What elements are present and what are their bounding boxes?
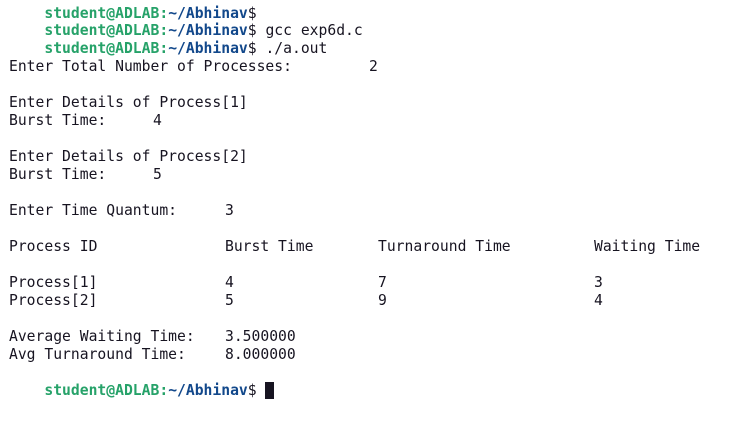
avg-turnaround-label: Avg Turnaround Time:: [9, 346, 186, 363]
table-row-2-turnaround-time: 9: [378, 292, 387, 309]
avg-waiting-value: 3.500000: [225, 328, 296, 345]
current-prompt-line[interactable]: student@ADLAB:~/Abhinav$: [9, 364, 275, 399]
process1-burst-value: 4: [153, 112, 162, 129]
time-quantum-value: 3: [225, 202, 234, 219]
process2-burst-value: 5: [153, 166, 162, 183]
command-line-run: student@ADLAB:~/Abhinav$ ./a.out: [44, 40, 328, 57]
process1-header: Enter Details of Process[1]: [9, 94, 248, 111]
table-row-2-burst-time: 5: [225, 292, 234, 309]
avg-waiting-label: Average Waiting Time:: [9, 328, 195, 345]
total-processes-label: Enter Total Number of Processes:: [9, 58, 292, 75]
prompt-path: ~/Abhinav: [168, 382, 248, 399]
prompt-user-host: student@ADLAB: [44, 40, 160, 57]
text-cursor: [265, 382, 275, 399]
avg-turnaround-value: 8.000000: [225, 346, 296, 363]
time-quantum-label: Enter Time Quantum:: [9, 202, 178, 219]
process1-burst-label: Burst Time:: [9, 112, 107, 129]
process2-header: Enter Details of Process[2]: [9, 148, 248, 165]
total-processes-value: 2: [369, 58, 378, 75]
table-row-1-turnaround-time: 7: [378, 274, 387, 291]
table-row-2-waiting-time: 4: [594, 292, 603, 309]
table-row-2-process-id: Process[2]: [9, 292, 98, 309]
table-header-turnaround-time: Turnaround Time: [378, 238, 511, 255]
prompt-user-host: student@ADLAB: [44, 382, 160, 399]
command-text: ./a.out: [256, 40, 328, 57]
command-line-compile: student@ADLAB:~/Abhinav$ gcc exp6d.c: [44, 22, 363, 39]
table-header-waiting-time: Waiting Time: [594, 238, 701, 255]
table-header-burst-time: Burst Time: [225, 238, 314, 255]
terminal-window[interactable]: student@ADLAB:~/Abhinav$ student@ADLAB:~…: [0, 0, 754, 444]
table-row-1-waiting-time: 3: [594, 274, 603, 291]
prompt-path: ~/Abhinav: [168, 40, 248, 57]
table-row-1-burst-time: 4: [225, 274, 234, 291]
table-header-process-id: Process ID: [9, 238, 98, 255]
table-row-1-process-id: Process[1]: [9, 274, 98, 291]
process2-burst-label: Burst Time:: [9, 166, 107, 183]
